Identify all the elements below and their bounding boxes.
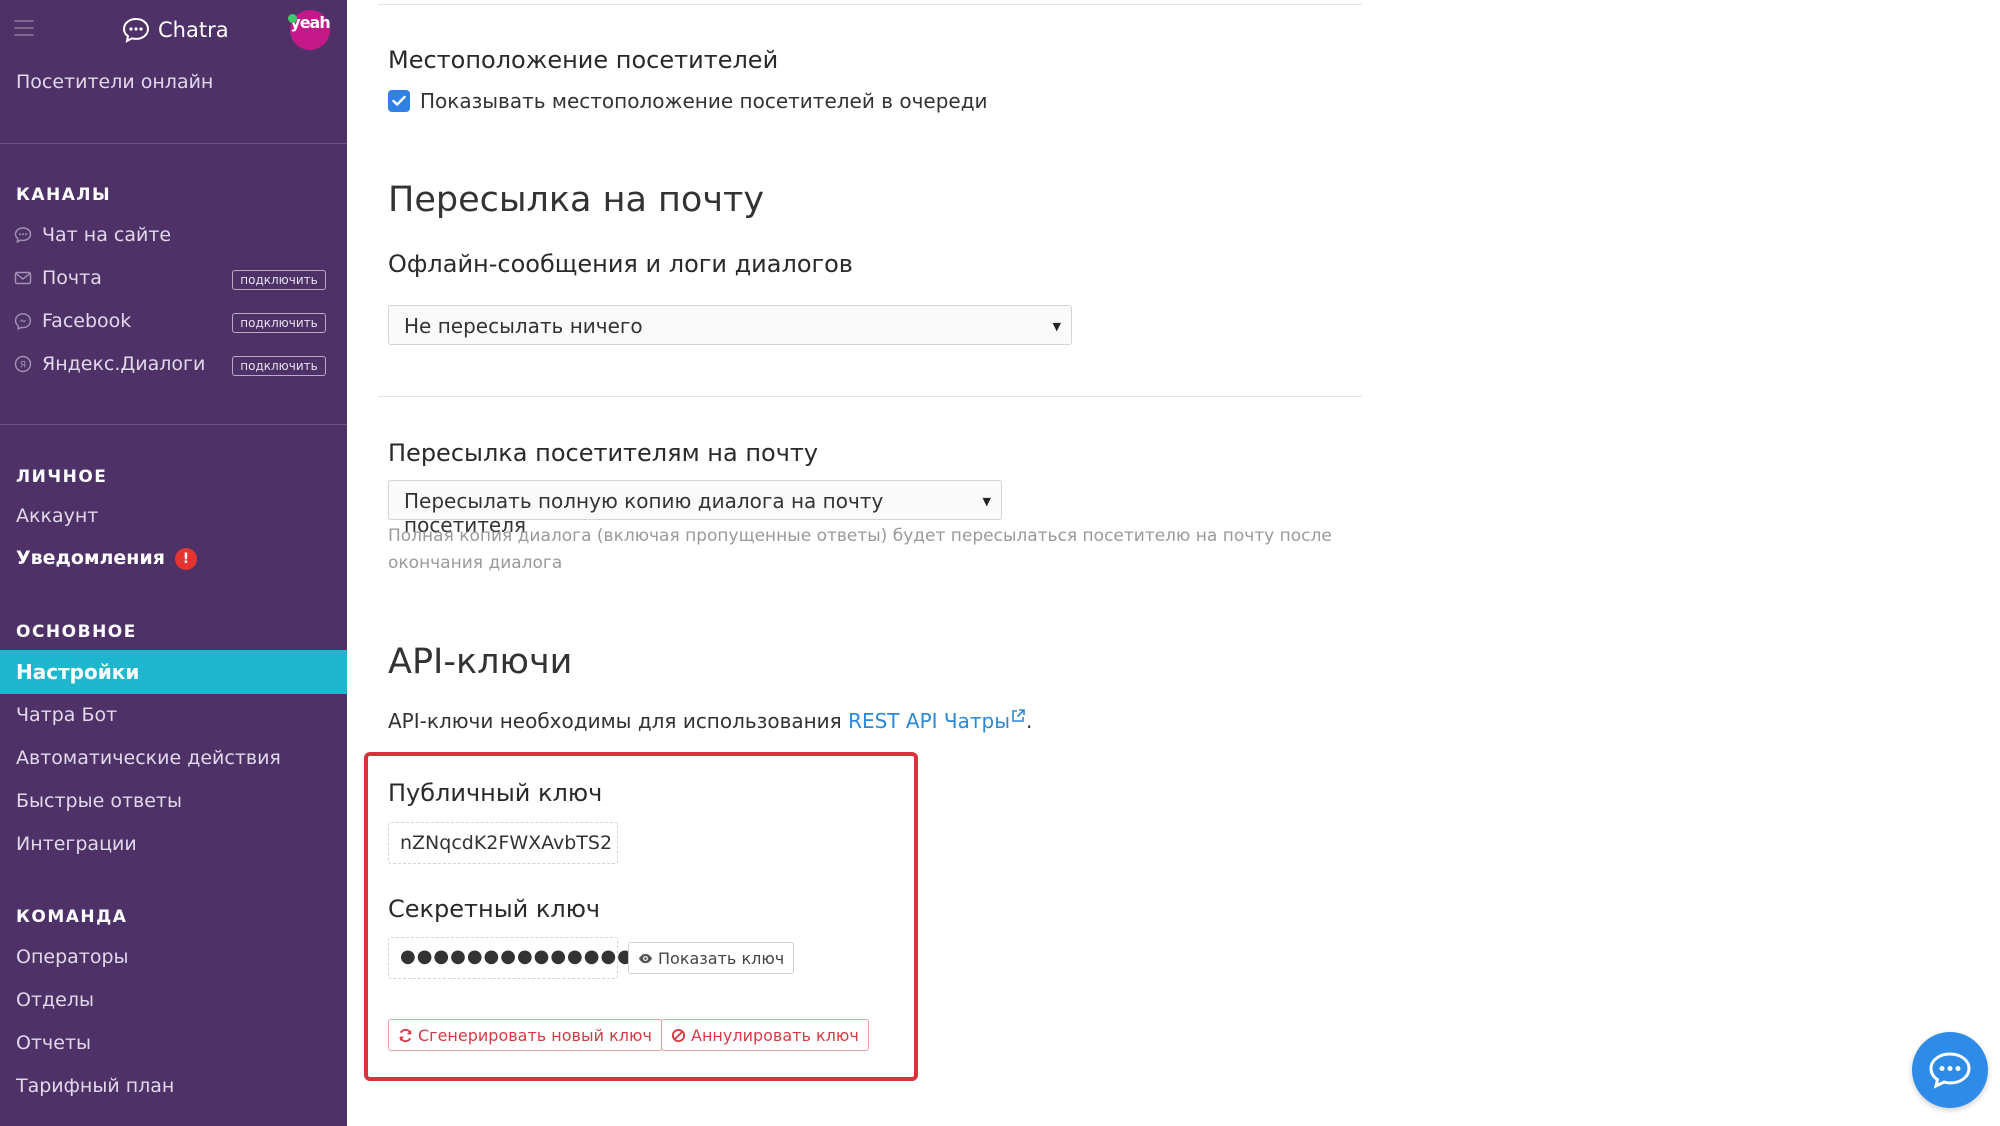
divider [0,143,347,144]
sidebar-item-label: Яндекс.Диалоги [42,353,206,375]
messenger-icon [14,313,32,330]
settings-content: Местоположение посетителей Показывать ме… [364,0,1362,1126]
section-heading-team: КОМАНДА [16,907,128,927]
sidebar-item-departments[interactable]: Отделы [16,989,94,1011]
eye-icon [638,953,653,963]
chat-widget-button[interactable] [1912,1032,1988,1108]
visitor-forward-hint: Полная копия диалога (включая пропущенны… [388,526,1332,573]
sidebar-item-auto-actions[interactable]: Автоматические действия [16,747,281,769]
sidebar-header: Chatra yeah [0,0,347,62]
button-label: Аннулировать ключ [691,1025,859,1045]
sidebar-item-notifications[interactable]: Уведомления! [16,547,197,570]
sidebar-item-facebook[interactable]: Facebook [14,310,131,332]
section-heading-main: ОСНОВНОЕ [16,622,137,642]
offline-forward-select[interactable]: Не пересылать ничего ▼ [388,305,1072,345]
sidebar-item-plan[interactable]: Тарифный план [16,1075,174,1097]
brand-name: Chatra [158,18,229,42]
sidebar-item-label: Уведомления [16,547,165,569]
checkmark-icon [392,95,406,106]
show-key-button[interactable]: Показать ключ [628,942,795,974]
sidebar-item-label: Facebook [42,310,132,332]
visitor-forward-select[interactable]: Пересылать полную копию диалога на почту… [388,480,1002,537]
refresh-icon [399,1028,412,1042]
dropdown-caret-icon: ▼ [982,495,991,508]
svg-text:Я: Я [20,361,26,371]
public-key-field[interactable]: nZNqcdK2FWXAvbTS2 [388,822,618,864]
chat-bubble-icon [1929,1052,1971,1089]
location-checkbox[interactable] [388,90,410,112]
button-label: Сгенерировать новый ключ [418,1025,652,1045]
divider [378,396,1362,397]
sidebar-item-yandex-dialogs[interactable]: Я Яндекс.Диалоги [14,353,205,375]
divider [378,4,1362,5]
yandex-dialogs-icon: Я [14,355,32,373]
section-heading-personal: ЛИЧНОЕ [16,467,108,487]
alert-badge: ! [174,547,197,570]
sidebar-item-account[interactable]: Аккаунт [16,505,98,527]
dropdown-caret-icon: ▼ [1052,320,1061,333]
api-desc-text: API-ключи необходимы для использования [388,709,849,733]
secret-key-field[interactable]: ●●●●●●●●●●●●●●●●● [388,937,683,979]
sidebar-item-reports[interactable]: Отчеты [16,1032,91,1054]
sidebar-item-quick-replies[interactable]: Быстрые ответы [16,790,182,812]
sidebar-item-label: Чат на сайте [42,224,172,246]
sidebar-item-label: Почта [42,267,102,289]
sidebar-item-settings[interactable]: Настройки [0,650,347,694]
connect-facebook-button[interactable]: подключить [232,313,326,333]
sidebar: Chatra yeah Посетители онлайн КАНАЛЫ Чат… [0,0,347,1126]
regenerate-key-button[interactable]: Сгенерировать новый ключ [388,1019,662,1051]
chatra-logo-icon [122,17,150,43]
offline-messages-title: Офлайн-сообщения и логи диалогов [388,250,853,278]
select-value: Не пересылать ничего [404,314,643,338]
rest-api-link[interactable]: REST API Чатры [848,709,1010,733]
ban-icon [671,1028,686,1042]
secret-key-label: Секретный ключ [388,895,601,923]
sidebar-item-visitors-online[interactable]: Посетители онлайн [16,71,213,93]
api-keys-description: API-ключи необходимы для использования R… [388,708,1032,733]
avatar-text: yeah [290,13,330,32]
sidebar-item-operators[interactable]: Операторы [16,946,129,968]
brand-logo[interactable]: Chatra [122,17,229,43]
location-checkbox-label: Показывать местоположение посетителей в … [420,89,988,113]
revoke-key-button[interactable]: Аннулировать ключ [661,1019,869,1051]
envelope-icon [14,271,32,285]
connect-yandex-button[interactable]: подключить [232,356,326,376]
sidebar-item-integrations[interactable]: Интеграции [16,833,137,855]
api-keys-title: API-ключи [388,642,573,682]
menu-icon[interactable] [14,20,34,38]
email-forwarding-title: Пересылка на почту [388,180,765,220]
button-label: Показать ключ [658,948,785,968]
connect-mail-button[interactable]: подключить [232,270,326,290]
visitor-forward-title: Пересылка посетителям на почту [388,439,819,467]
api-desc-suffix: . [1025,709,1033,733]
divider [0,424,347,425]
sidebar-item-site-chat[interactable]: Чат на сайте [14,224,171,246]
chat-bubble-icon [14,227,32,244]
avatar[interactable]: yeah [288,10,331,50]
location-section-title: Местоположение посетителей [388,46,779,74]
public-key-label: Публичный ключ [388,779,603,807]
sidebar-item-mail[interactable]: Почта [14,267,102,289]
sidebar-item-label: Настройки [16,660,140,684]
sidebar-item-bot[interactable]: Чатра Бот [16,704,117,726]
location-checkbox-row[interactable]: Показывать местоположение посетителей в … [388,89,988,113]
external-link-icon[interactable] [1010,708,1026,724]
section-heading-channels: КАНАЛЫ [16,185,112,205]
